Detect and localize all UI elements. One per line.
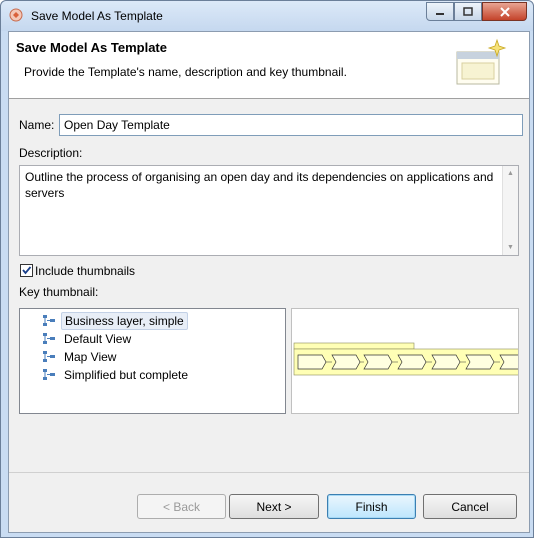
include-thumbnails-checkbox[interactable] xyxy=(20,264,33,277)
thumbnail-item-label: Default View xyxy=(64,332,132,346)
thumbnail-item-default-view[interactable]: Default View xyxy=(42,330,134,348)
dialog-window: Save Model As Template Save Model As Tem… xyxy=(0,0,534,538)
next-button[interactable]: Next > xyxy=(229,494,319,519)
diagram-view-icon xyxy=(43,333,55,344)
close-icon xyxy=(499,6,510,17)
wizard-template-icon xyxy=(456,38,507,85)
back-button[interactable]: < Back xyxy=(137,494,226,519)
maximize-icon xyxy=(463,7,473,16)
thumbnail-preview xyxy=(291,308,519,414)
thumbnail-item-map-view[interactable]: Map View xyxy=(42,348,119,366)
description-text[interactable]: Outline the process of organising an ope… xyxy=(25,169,495,201)
diagram-view-icon xyxy=(43,369,55,380)
header-description: Provide the Template's name, description… xyxy=(24,65,347,79)
cancel-button[interactable]: Cancel xyxy=(423,494,517,519)
minimize-icon xyxy=(436,12,444,15)
thumbnail-preview-image xyxy=(293,342,518,376)
diagram-view-icon xyxy=(43,351,55,362)
description-field[interactable]: Outline the process of organising an ope… xyxy=(19,165,519,256)
thumbnail-item-label: Simplified but complete xyxy=(64,368,189,382)
scroll-up-arrow-icon[interactable]: ▲ xyxy=(503,166,518,181)
thumbnail-item-label: Business layer, simple xyxy=(61,312,188,330)
key-thumbnail-label: Key thumbnail: xyxy=(19,285,99,299)
name-field[interactable] xyxy=(59,114,523,136)
scroll-down-arrow-icon[interactable]: ▼ xyxy=(503,240,518,255)
thumbnail-list[interactable]: Business layer, simple Default View Map … xyxy=(19,308,286,414)
name-label: Name: xyxy=(19,118,55,132)
thumbnail-item-label: Map View xyxy=(64,350,117,364)
thumbnail-item-simplified-but-complete[interactable]: Simplified but complete xyxy=(42,366,191,384)
checkmark-icon xyxy=(22,266,32,275)
diagram-view-icon xyxy=(43,315,55,326)
app-logo-icon xyxy=(9,8,23,22)
title-bar[interactable]: Save Model As Template xyxy=(1,1,533,31)
description-label: Description: xyxy=(19,146,83,160)
finish-button[interactable]: Finish xyxy=(327,494,416,519)
window-title: Save Model As Template xyxy=(31,9,163,23)
minimize-button[interactable] xyxy=(426,2,454,21)
window-controls xyxy=(426,2,527,21)
include-thumbnails-label[interactable]: Include thumbnails xyxy=(35,264,135,278)
header-title: Save Model As Template xyxy=(16,40,167,55)
thumbnail-item-business-layer-simple[interactable]: Business layer, simple xyxy=(42,312,188,330)
description-scrollbar[interactable]: ▲ ▼ xyxy=(502,166,518,255)
button-bar-separator xyxy=(9,472,529,473)
maximize-button[interactable] xyxy=(454,2,482,21)
dialog-body: Save Model As Template Provide the Templ… xyxy=(8,31,530,533)
wizard-header: Save Model As Template Provide the Templ… xyxy=(9,32,529,99)
close-button[interactable] xyxy=(482,2,527,21)
